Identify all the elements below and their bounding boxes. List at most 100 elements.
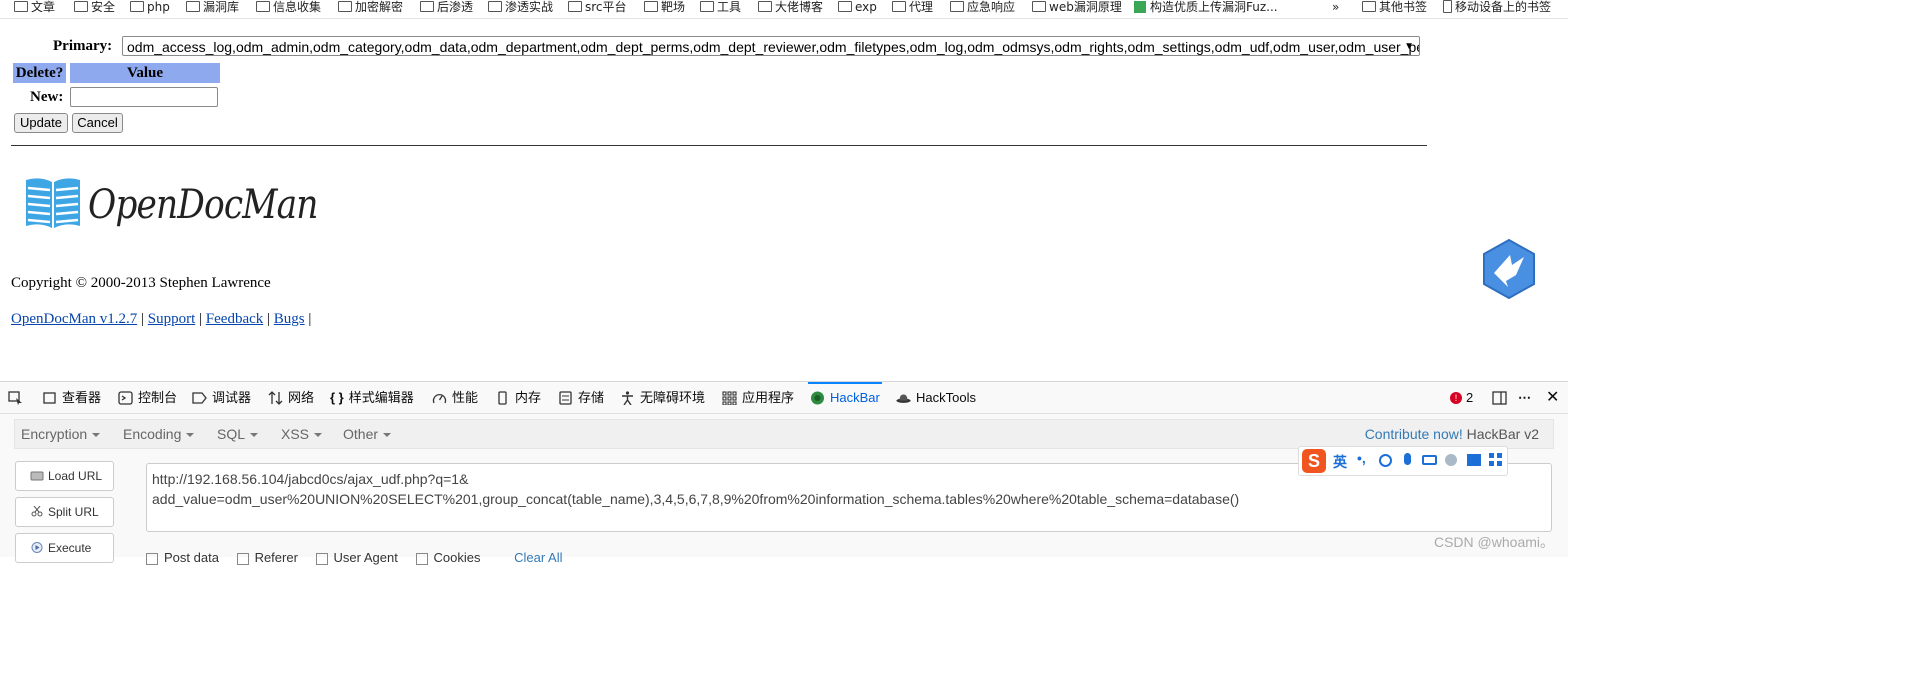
primary-select[interactable]: odm_access_log,odm_admin,odm_category,od… (122, 36, 1420, 56)
gauge-icon (432, 393, 447, 403)
hackbar-icon (811, 391, 824, 405)
footer-links: OpenDocMan v1.2.7 | Support | Feedback |… (11, 311, 311, 328)
tab-storage[interactable]: 存储 (558, 382, 604, 413)
checkbox[interactable] (315, 552, 328, 565)
devtools-panel: 查看器 控制台 调试器 网络 { } 样式编辑器 性能 内存 存储 无障碍环境 应… (0, 381, 1568, 565)
menu-sql[interactable]: SQL (217, 420, 259, 448)
column-header-value: Value (70, 63, 220, 83)
caret-down-icon (250, 433, 259, 438)
dock-toggle-button[interactable] (1492, 382, 1512, 413)
bugs-link[interactable]: Bugs (274, 311, 305, 327)
column-header-delete: Delete? (13, 63, 66, 83)
divider (11, 145, 1427, 146)
checkbox[interactable] (146, 552, 158, 565)
storage-icon (559, 390, 572, 405)
option-post-data[interactable]: Post data (146, 550, 219, 565)
support-link[interactable]: Support (148, 311, 196, 327)
devtools-tabbar: 查看器 控制台 调试器 网络 { } 样式编辑器 性能 内存 存储 无障碍环境 应… (0, 382, 1568, 414)
tab-network[interactable]: 网络 (268, 382, 314, 413)
more-icon: ⋯ (1518, 390, 1531, 405)
caret-down-icon (383, 433, 392, 438)
grid-icon (722, 391, 737, 405)
opendocman-logo: OpenDocMan (24, 172, 318, 244)
microphone-icon[interactable] (1404, 453, 1411, 465)
assistant-icon[interactable] (1445, 454, 1457, 466)
url-line-2: add_value=odm_user%20UNION%20SELECT%201,… (152, 491, 1240, 507)
braces-icon: { } (330, 390, 344, 405)
hackbar-menu: Encryption Encoding SQL XSS Other Contri… (14, 419, 1554, 449)
new-value-input[interactable] (70, 87, 218, 107)
ime-lang-toggle[interactable]: 英 (1333, 452, 1347, 472)
ime-toolbar: S 英 •, (1298, 446, 1508, 476)
network-icon (268, 390, 283, 405)
logo-text: OpenDocMan (88, 182, 318, 228)
copyright-text: Copyright © 2000-2013 Stephen Lawrence (11, 275, 271, 291)
floating-bird-icon[interactable] (1482, 238, 1536, 300)
primary-select-value: odm_access_log,odm_admin,odm_category,od… (127, 39, 1420, 55)
update-button[interactable]: Update (14, 113, 68, 133)
tab-accessibility[interactable]: 无障碍环境 (620, 382, 705, 413)
option-referer[interactable]: Referer (236, 550, 298, 565)
tab-console[interactable]: 控制台 (118, 382, 177, 413)
contribute-text: Contribute now! HackBar v2 (1364, 426, 1539, 442)
cancel-button[interactable]: Cancel (72, 113, 123, 133)
tab-performance[interactable]: 性能 (432, 382, 478, 413)
split-url-button[interactable]: Split URL (15, 497, 114, 527)
scissors-icon (31, 506, 43, 517)
accessibility-icon (622, 390, 633, 405)
more-options-button[interactable]: ⋯ (1518, 382, 1531, 413)
separator: | (140, 311, 144, 327)
hackbar-options: Post data Referer User Agent Cookies Cle… (146, 550, 563, 565)
tab-hackbar[interactable]: HackBar (808, 382, 882, 413)
feedback-link[interactable]: Feedback (206, 311, 263, 327)
tab-debugger[interactable]: 调试器 (192, 382, 251, 413)
tab-style-editor[interactable]: { } 样式编辑器 (330, 382, 414, 413)
tab-application[interactable]: 应用程序 (722, 382, 794, 413)
skin-icon[interactable] (1467, 454, 1481, 466)
page-content: Primary: odm_access_log,odm_admin,odm_ca… (0, 0, 1568, 362)
close-icon: ✕ (1546, 389, 1560, 406)
option-user-agent[interactable]: User Agent (315, 550, 398, 565)
toolbox-icon[interactable] (1489, 453, 1502, 466)
contribute-link[interactable]: Contribute now! (1365, 426, 1463, 442)
primary-label: Primary: (53, 38, 113, 54)
chevron-down-icon: ▼ (1404, 41, 1414, 52)
debugger-icon (192, 391, 207, 404)
sogou-logo-icon: S (1302, 449, 1326, 473)
load-icon (30, 471, 44, 481)
play-icon (31, 542, 43, 554)
menu-encryption[interactable]: Encryption (21, 420, 101, 448)
dock-icon (1492, 390, 1507, 405)
error-icon: ! (1450, 391, 1462, 404)
menu-other[interactable]: Other (343, 420, 392, 448)
error-count-badge[interactable]: ! 2 (1450, 382, 1473, 413)
caret-down-icon (186, 433, 195, 438)
caret-down-icon (314, 433, 323, 438)
tab-hacktools[interactable]: HackTools (896, 382, 976, 413)
execute-button[interactable]: Execute (15, 533, 114, 563)
caret-down-icon (92, 433, 101, 438)
console-icon (118, 390, 133, 405)
element-picker-button[interactable] (8, 382, 28, 413)
separator: | (199, 311, 203, 327)
emoji-icon[interactable] (1379, 454, 1392, 467)
option-cookies[interactable]: Cookies (415, 550, 480, 565)
separator: | (308, 311, 312, 327)
ime-punct-toggle[interactable]: •, (1357, 450, 1366, 466)
clear-all-link[interactable]: Clear All (514, 550, 562, 565)
menu-xss[interactable]: XSS (281, 420, 323, 448)
version-link[interactable]: OpenDocMan v1.2.7 (11, 311, 137, 327)
picker-icon (8, 390, 22, 405)
checkbox[interactable] (415, 552, 428, 565)
checkbox[interactable] (236, 552, 249, 565)
keyboard-icon[interactable] (1422, 455, 1437, 465)
inspector-icon (43, 391, 56, 404)
load-url-button[interactable]: Load URL (15, 461, 114, 491)
memory-icon (498, 390, 507, 405)
new-label: New: (30, 89, 64, 105)
menu-encoding[interactable]: Encoding (123, 420, 195, 448)
close-devtools-button[interactable]: ✕ (1546, 382, 1559, 413)
tab-memory[interactable]: 内存 (495, 382, 541, 413)
tab-inspector[interactable]: 查看器 (42, 382, 101, 413)
separator: | (267, 311, 271, 327)
